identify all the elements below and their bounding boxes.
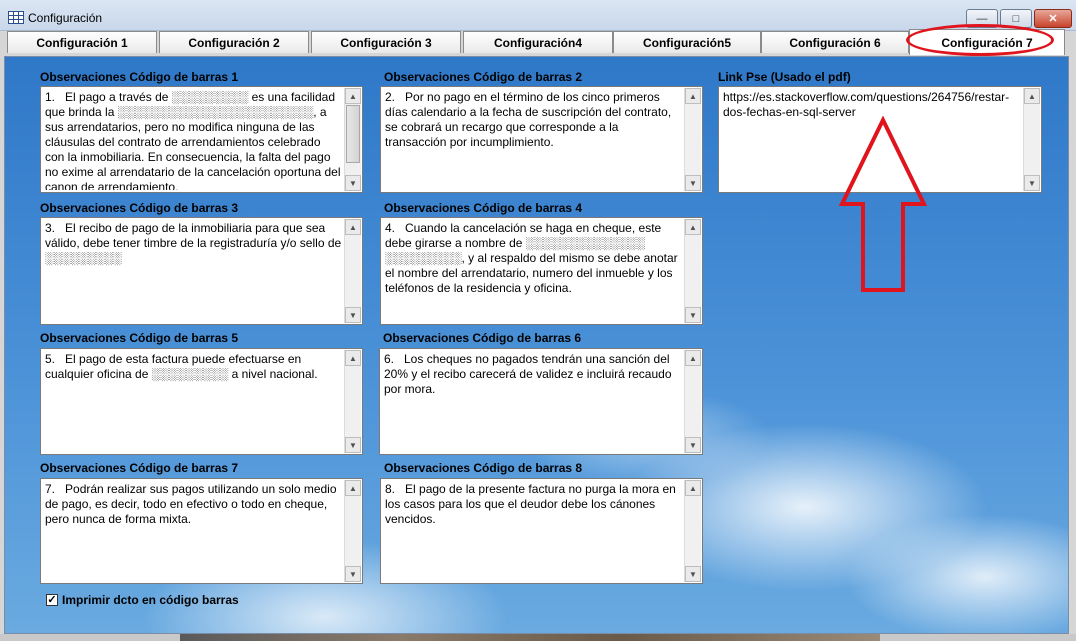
scrollbar[interactable]: ▲ ▼ — [344, 219, 361, 323]
scrollbar[interactable]: ▲ ▼ — [344, 350, 361, 453]
scroll-up-icon[interactable]: ▲ — [685, 350, 701, 366]
scrollbar[interactable]: ▲ ▼ — [1023, 88, 1040, 191]
scroll-up-icon[interactable]: ▲ — [685, 88, 701, 104]
scroll-down-icon[interactable]: ▼ — [345, 437, 361, 453]
obs6-textarea[interactable]: 6. Los cheques no pagados tendrán una sa… — [379, 348, 703, 455]
desktop-taskbar-strip — [0, 634, 1076, 641]
obs8-textarea[interactable]: 8. El pago de la presente factura no pur… — [380, 478, 703, 584]
scroll-down-icon[interactable]: ▼ — [685, 437, 701, 453]
obs7-text: 7. Podrán realizar sus pagos utilizando … — [45, 482, 340, 526]
scroll-down-icon[interactable]: ▼ — [685, 175, 701, 191]
obs2-textarea[interactable]: 2. Por no pago en el término de los cinc… — [380, 86, 703, 193]
obs1-text: 1. El pago a través de ░░░░░░░░░ es una … — [45, 90, 341, 190]
tab-configuracion-5[interactable]: Configuración5 — [613, 31, 761, 53]
scroll-down-icon[interactable]: ▼ — [345, 175, 361, 191]
obs1-label: Observaciones Código de barras 1 — [40, 70, 239, 84]
annotation-circle — [906, 24, 1054, 56]
table-window-icon — [8, 11, 24, 24]
obs5-text: 5. El pago de esta factura puede efectua… — [45, 352, 318, 381]
annotation-arrow-up-icon — [838, 116, 928, 292]
scroll-up-icon[interactable]: ▲ — [1024, 88, 1040, 104]
obs7-textarea[interactable]: 7. Podrán realizar sus pagos utilizando … — [40, 478, 363, 584]
scroll-down-icon[interactable]: ▼ — [685, 307, 701, 323]
scroll-up-icon[interactable]: ▲ — [685, 480, 701, 496]
obs3-label: Observaciones Código de barras 3 — [40, 201, 239, 215]
tab-configuracion-4[interactable]: Configuración4 — [463, 31, 613, 53]
tab-configuracion-1[interactable]: Configuración 1 — [7, 31, 157, 53]
obs6-label: Observaciones Código de barras 6 — [383, 331, 582, 345]
imprimir-checkbox-label: Imprimir dcto en código barras — [62, 593, 239, 607]
obs4-label: Observaciones Código de barras 4 — [384, 201, 583, 215]
title-bar: Configuración — □ ✕ — [0, 0, 1076, 31]
window-title: Configuración — [28, 11, 103, 25]
obs1-textarea[interactable]: 1. El pago a través de ░░░░░░░░░ es una … — [40, 86, 363, 193]
scroll-down-icon[interactable]: ▼ — [345, 307, 361, 323]
obs3-text: 3. El recibo de pago de la inmobiliaria … — [45, 221, 342, 265]
scrollbar[interactable]: ▲ ▼ — [344, 480, 361, 582]
scroll-up-icon[interactable]: ▲ — [345, 88, 361, 104]
obs5-label: Observaciones Código de barras 5 — [40, 331, 239, 345]
scroll-down-icon[interactable]: ▼ — [1024, 175, 1040, 191]
obs3-textarea[interactable]: 3. El recibo de pago de la inmobiliaria … — [40, 217, 363, 325]
obs4-textarea[interactable]: 4. Cuando la cancelación se haga en cheq… — [380, 217, 703, 325]
obs8-text: 8. El pago de la presente factura no pur… — [385, 482, 680, 526]
scroll-up-icon[interactable]: ▲ — [345, 480, 361, 496]
close-button[interactable]: ✕ — [1034, 9, 1072, 28]
scroll-thumb[interactable] — [346, 105, 360, 163]
obs5-textarea[interactable]: 5. El pago de esta factura puede efectua… — [40, 348, 363, 455]
scroll-down-icon[interactable]: ▼ — [345, 566, 361, 582]
obs4-text: 4. Cuando la cancelación se haga en cheq… — [385, 221, 681, 295]
scrollbar[interactable]: ▲ ▼ — [684, 350, 701, 453]
obs8-label: Observaciones Código de barras 8 — [384, 461, 583, 475]
scrollbar[interactable]: ▲ ▼ — [684, 219, 701, 323]
obs7-label: Observaciones Código de barras 7 — [40, 461, 239, 475]
scroll-down-icon[interactable]: ▼ — [685, 566, 701, 582]
obs6-text: 6. Los cheques no pagados tendrán una sa… — [384, 352, 675, 396]
tab-configuracion-6[interactable]: Configuración 6 — [761, 31, 909, 53]
tab-configuracion-2[interactable]: Configuración 2 — [159, 31, 309, 53]
scrollbar[interactable]: ▲ ▼ — [684, 480, 701, 582]
imprimir-checkbox[interactable]: ✓ — [46, 594, 58, 606]
scroll-up-icon[interactable]: ▲ — [345, 350, 361, 366]
link-pse-label: Link Pse (Usado el pdf) — [718, 70, 851, 84]
obs2-text: 2. Por no pago en el término de los cinc… — [385, 90, 675, 149]
scroll-up-icon[interactable]: ▲ — [685, 219, 701, 235]
tab-strip: Configuración 1 Configuración 2 Configur… — [7, 29, 1065, 55]
scroll-up-icon[interactable]: ▲ — [345, 219, 361, 235]
scrollbar[interactable]: ▲ ▼ — [684, 88, 701, 191]
obs2-label: Observaciones Código de barras 2 — [384, 70, 583, 84]
tab-configuracion-3[interactable]: Configuración 3 — [311, 31, 461, 53]
scrollbar[interactable]: ▲ ▼ — [344, 88, 361, 191]
